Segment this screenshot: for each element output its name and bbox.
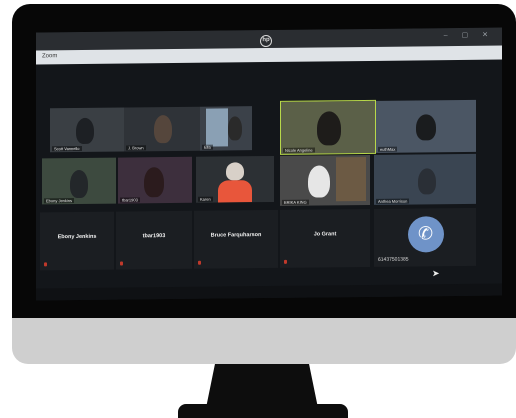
participant-silhouette bbox=[76, 117, 94, 145]
participant-silhouette bbox=[416, 114, 436, 141]
monitor-chin bbox=[12, 318, 516, 364]
phone-number: 61437501385 bbox=[378, 256, 409, 263]
monitor-stand-base bbox=[178, 404, 348, 418]
phone-participant-tile[interactable]: ✆ 61437501385 bbox=[374, 207, 476, 267]
monitor-screen: hp – ▢ ✕ Zoom Scott Vannello J. Brown El… bbox=[36, 27, 502, 301]
participant-label: euthMax bbox=[378, 146, 398, 152]
participant-video-tile[interactable]: J. Brown bbox=[124, 106, 200, 152]
participant-label: Karen bbox=[198, 196, 213, 202]
participant-video-tile[interactable]: ERIKA KING bbox=[280, 154, 370, 206]
bookshelf-background bbox=[336, 156, 366, 202]
participant-label: tbar1903 bbox=[120, 197, 140, 203]
participant-name-tile[interactable]: Jo Grant bbox=[280, 208, 370, 268]
window-controls[interactable]: – ▢ ✕ bbox=[444, 31, 494, 40]
participant-video-tile[interactable]: Ella bbox=[200, 106, 252, 151]
participant-silhouette bbox=[228, 116, 242, 141]
participant-video-tile[interactable]: Ebony Jenkins bbox=[42, 157, 116, 205]
participant-silhouette bbox=[317, 111, 341, 146]
participant-video-tile[interactable]: Anthea Morrison bbox=[374, 153, 476, 205]
participant-label: ERIKA KING bbox=[282, 199, 309, 205]
participant-video-tile[interactable]: Karen bbox=[196, 155, 274, 203]
phone-call-button[interactable]: ✆ bbox=[408, 216, 444, 253]
participant-name-tile[interactable]: tbar1903 bbox=[116, 210, 192, 270]
participant-silhouette bbox=[144, 167, 164, 198]
participant-label: Ella bbox=[202, 144, 213, 150]
participant-name: tbar1903 bbox=[142, 233, 166, 240]
participant-shirt bbox=[218, 180, 252, 203]
participant-name: Ebony Jenkins bbox=[57, 233, 97, 241]
mouse-cursor-icon: ➤ bbox=[432, 268, 440, 279]
muted-mic-icon bbox=[120, 261, 123, 266]
participant-silhouette bbox=[418, 168, 436, 195]
participant-label: Nicole Angeline bbox=[283, 147, 315, 153]
participant-silhouette bbox=[154, 115, 172, 144]
participant-label: Scott Vannello bbox=[52, 145, 82, 152]
app-name: Zoom bbox=[42, 53, 58, 60]
monitor-scene: hp – ▢ ✕ Zoom Scott Vannello J. Brown El… bbox=[0, 0, 516, 418]
participant-video-tile[interactable]: tbar1903 bbox=[118, 156, 192, 204]
hp-logo: hp bbox=[260, 34, 272, 48]
participant-video-tile[interactable]: Scott Vannello bbox=[50, 107, 124, 153]
window-background bbox=[206, 108, 228, 147]
participant-name-tile[interactable]: Bruce Farquharson bbox=[194, 209, 278, 269]
participant-head bbox=[226, 162, 244, 181]
participant-label: Anthea Morrison bbox=[376, 198, 410, 204]
participant-silhouette bbox=[70, 169, 88, 199]
participant-label: Ebony Jenkins bbox=[44, 198, 75, 204]
monitor-stand bbox=[206, 364, 318, 408]
participant-video-tile[interactable]: euthMax bbox=[376, 99, 476, 153]
muted-mic-icon bbox=[198, 260, 201, 265]
phone-icon: ✆ bbox=[418, 223, 434, 244]
participant-silhouette bbox=[308, 165, 330, 198]
participant-label: J. Brown bbox=[126, 145, 146, 151]
active-speaker-tile[interactable]: Nicole Angeline bbox=[280, 99, 376, 155]
muted-mic-icon bbox=[284, 259, 287, 264]
participant-name: Bruce Farquharson bbox=[210, 232, 262, 239]
muted-mic-icon bbox=[44, 262, 47, 267]
participant-name: Jo Grant bbox=[313, 231, 337, 238]
participant-name-tile[interactable]: Ebony Jenkins bbox=[40, 211, 114, 271]
